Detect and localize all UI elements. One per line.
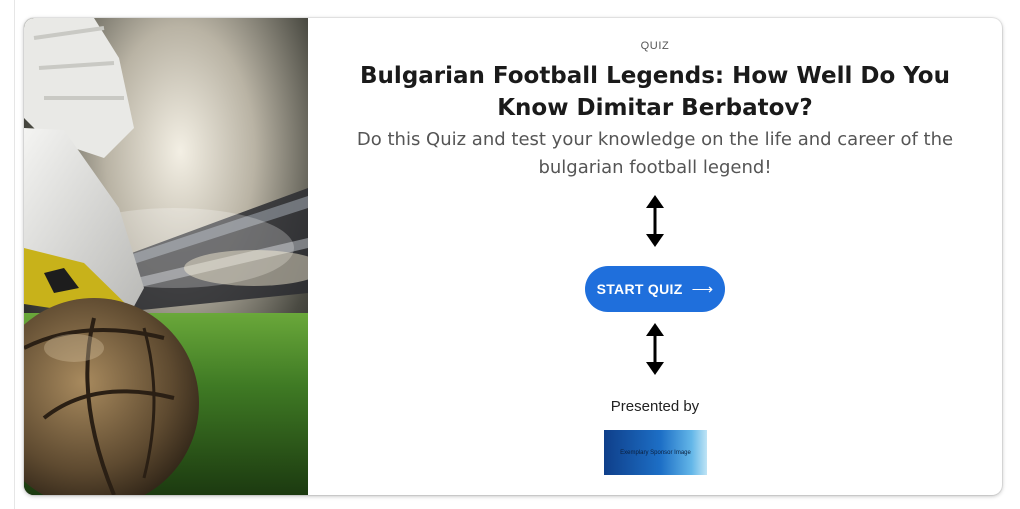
start-quiz-button[interactable]: START QUIZ ⟶ xyxy=(585,266,725,312)
page: QUIZ Bulgarian Football Legends: How Wel… xyxy=(0,0,1020,509)
start-quiz-label: START QUIZ xyxy=(596,281,683,297)
quiz-eyebrow-label: QUIZ xyxy=(640,40,670,52)
left-divider xyxy=(14,0,15,509)
sponsor-image-text: Exemplary Sponsor Image xyxy=(620,449,691,456)
quiz-title: Bulgarian Football Legends: How Well Do … xyxy=(360,63,950,121)
presented-by-label: Presented by xyxy=(610,398,700,415)
quiz-intro-panel: QUIZ Bulgarian Football Legends: How Wel… xyxy=(308,18,1002,495)
double-headed-vertical-arrow-icon xyxy=(646,323,664,375)
hero-image-football-stadium xyxy=(24,18,308,495)
quiz-card: QUIZ Bulgarian Football Legends: How Wel… xyxy=(24,18,1002,495)
double-headed-vertical-arrow-icon xyxy=(646,195,664,247)
sponsor-logo-image[interactable]: Exemplary Sponsor Image xyxy=(604,430,707,475)
arrow-right-icon: ⟶ xyxy=(691,281,714,298)
quiz-description: Do this Quiz and test your knowledge on … xyxy=(356,129,954,178)
